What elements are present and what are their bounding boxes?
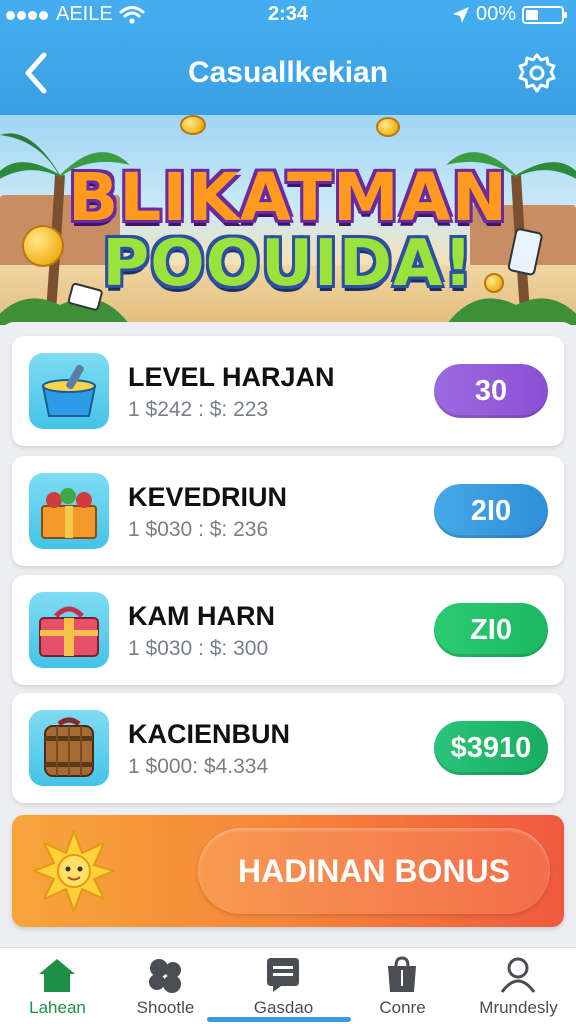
bonus-label: HADINAN BONUS — [238, 852, 510, 889]
coin-icon — [180, 115, 206, 135]
item-subtitle: 1 $030 : $: 300 — [128, 637, 269, 660]
buy-button[interactable]: 2I0 — [434, 484, 548, 538]
list-item[interactable]: KAM HARN 1 $030 : $: 300 ZI0 — [12, 575, 564, 685]
banner-subheadline: POOUIDA! — [102, 227, 474, 301]
list-item[interactable]: KACIENBUN 1 $000: $4.334 $3910 — [12, 693, 564, 803]
buy-button[interactable]: ZI0 — [434, 603, 548, 657]
item-name: LEVEL HARJAN — [128, 362, 335, 392]
tab-label: Shootle — [136, 998, 195, 1017]
tab-gasdao[interactable]: Gasdao — [226, 948, 341, 1024]
home-icon — [39, 959, 75, 992]
status-bar: AEILE 2:34 00% — [0, 0, 576, 32]
bag-icon — [388, 956, 416, 992]
puzzle-icon — [149, 959, 181, 993]
barrel-icon — [44, 717, 94, 777]
item-name: KEVEDRIUN — [128, 482, 288, 512]
gear-icon — [518, 53, 556, 93]
tab-mrundesly[interactable]: Mrundesly — [461, 948, 576, 1024]
app-header: Casuallkekian — [0, 40, 576, 110]
price-label: 30 — [474, 374, 508, 407]
promo-banner[interactable]: BLIKATMAN POOUIDA! — [0, 115, 576, 325]
item-subtitle: 1 $242 : $: 223 — [128, 398, 269, 421]
item-subtitle: 1 $030 : $: 236 — [128, 518, 269, 541]
price-label: $3910 — [450, 731, 532, 764]
location-arrow-icon — [452, 6, 469, 23]
settings-button[interactable] — [514, 50, 560, 96]
price-label: ZI0 — [470, 613, 512, 646]
item-name: KACIENBUN — [128, 719, 290, 749]
coin-icon — [376, 117, 400, 137]
claim-bonus-button[interactable]: HADINAN BONUS — [198, 828, 550, 914]
item-icon-tile — [29, 473, 109, 549]
battery-percent: 00% — [475, 3, 516, 25]
tab-home[interactable]: Lahean — [0, 948, 115, 1024]
tab-label: Gasdao — [253, 998, 314, 1017]
top-bar: AEILE 2:34 00% Casuallkekian — [0, 0, 576, 115]
item-name: KAM HARN — [128, 601, 275, 631]
item-subtitle: 1 $000: $4.334 — [128, 755, 269, 778]
battery-icon — [522, 5, 567, 24]
list-item[interactable]: KEVEDRIUN 1 $030 : $: 236 2I0 — [12, 456, 564, 566]
bucket-icon — [41, 364, 97, 417]
bonus-banner[interactable]: HADINAN BONUS — [12, 815, 564, 927]
item-icon-tile — [29, 353, 109, 429]
tab-shootle[interactable]: Shootle — [108, 948, 223, 1024]
item-icon-tile — [29, 592, 109, 668]
chat-icon — [267, 958, 299, 992]
list-item[interactable]: LEVEL HARJAN 1 $242 : $: 223 30 — [12, 336, 564, 446]
buy-button[interactable]: 30 — [434, 364, 548, 418]
bottom-tab-bar: Lahean Shootle Gasdao Conre Mrundesly — [0, 947, 576, 1024]
sun-icon — [33, 830, 115, 912]
active-indicator — [207, 1017, 351, 1022]
battery-group: 00% — [452, 3, 567, 26]
chest-icon — [39, 606, 99, 657]
buy-button[interactable]: $3910 — [434, 721, 548, 775]
banner-headline: BLIKATMAN — [67, 159, 509, 236]
item-icon-tile — [29, 710, 109, 786]
price-label: 2I0 — [470, 494, 512, 527]
profile-icon — [500, 957, 536, 993]
tab-label: Lahean — [29, 998, 86, 1017]
tab-conre[interactable]: Conre — [345, 948, 460, 1024]
gift-box-icon — [41, 488, 97, 539]
tab-label: Conre — [379, 998, 426, 1017]
page-title: Casuallkekian — [187, 56, 389, 89]
tab-label: Mrundesly — [479, 998, 558, 1017]
